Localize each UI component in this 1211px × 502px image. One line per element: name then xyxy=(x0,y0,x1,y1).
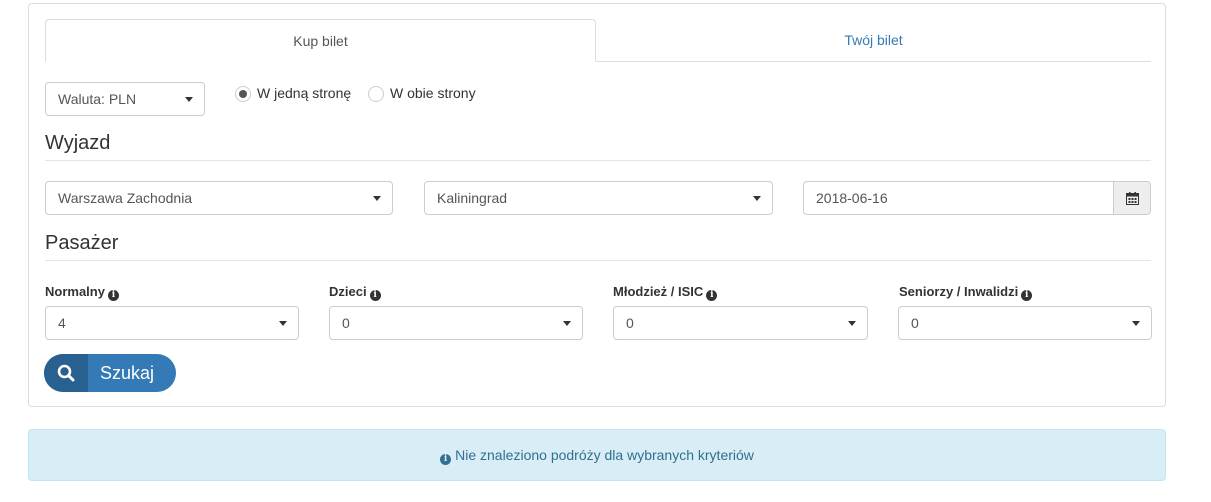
departure-heading: Wyjazd xyxy=(45,132,1151,161)
passenger-label-children-text: Dzieci xyxy=(329,284,367,299)
search-icon xyxy=(57,364,75,382)
chevron-down-icon xyxy=(1132,321,1140,326)
radio-one-way-circle[interactable] xyxy=(235,86,251,103)
to-station-value: Kaliningrad xyxy=(437,190,508,206)
passenger-label-children: Dzieci i xyxy=(329,284,381,301)
info-icon[interactable]: i xyxy=(1021,290,1033,301)
chevron-down-icon xyxy=(185,97,193,102)
normal-count-select[interactable]: 4 xyxy=(45,306,299,340)
search-button-label: Szukaj xyxy=(100,363,155,383)
tab-your-ticket[interactable]: Twój bilet xyxy=(596,19,1151,61)
chevron-down-icon xyxy=(753,196,761,201)
info-icon: i xyxy=(440,454,452,465)
currency-select[interactable]: Waluta: PLN xyxy=(45,82,205,116)
currency-select-value: Waluta: PLN xyxy=(58,91,137,107)
chevron-down-icon xyxy=(563,321,571,326)
passenger-label-seniors-text: Seniorzy / Inwalidzi xyxy=(899,284,1019,299)
passenger-label-seniors: Seniorzy / Inwalidzi i xyxy=(899,284,1033,301)
children-count-value: 0 xyxy=(342,315,350,331)
passenger-label-youth-text: Młodzież / ISIC xyxy=(613,284,704,299)
chevron-down-icon xyxy=(279,321,287,326)
search-button[interactable]: Szukaj xyxy=(44,354,176,392)
search-button-icon-area xyxy=(44,354,88,392)
calendar-icon xyxy=(1125,191,1139,205)
passenger-heading: Pasażer xyxy=(45,232,1151,261)
radio-one-way-label: W jedną stronę xyxy=(257,85,352,101)
date-input[interactable]: 2018-06-16 xyxy=(803,181,1114,215)
tab-bar: Kup bilet Twój bilet xyxy=(45,19,1151,62)
date-picker: 2018-06-16 xyxy=(803,181,1151,215)
passenger-label-normal: Normalny i xyxy=(45,284,119,301)
radio-round-trip[interactable]: W obie strony xyxy=(368,83,476,103)
chevron-down-icon xyxy=(373,196,381,201)
to-station-select[interactable]: Kaliningrad xyxy=(424,181,773,215)
tab-buy-ticket[interactable]: Kup bilet xyxy=(45,19,596,62)
children-count-select[interactable]: 0 xyxy=(329,306,583,340)
no-results-message: Nie znaleziono podróży dla wybranych kry… xyxy=(455,447,754,463)
seniors-count-select[interactable]: 0 xyxy=(898,306,1152,340)
from-station-value: Warszawa Zachodnia xyxy=(58,190,193,206)
youth-count-select[interactable]: 0 xyxy=(613,306,868,340)
calendar-button[interactable] xyxy=(1113,181,1151,215)
youth-count-value: 0 xyxy=(626,315,634,331)
from-station-select[interactable]: Warszawa Zachodnia xyxy=(45,181,393,215)
info-icon[interactable]: i xyxy=(706,290,718,301)
radio-one-way[interactable]: W jedną stronę xyxy=(235,83,351,103)
ticket-panel: Kup bilet Twój bilet Waluta: PLN W jedną… xyxy=(28,3,1166,407)
radio-round-trip-circle[interactable] xyxy=(368,86,384,103)
passenger-label-youth: Młodzież / ISIC i xyxy=(613,284,718,301)
no-results-alert: i Nie znaleziono podróży dla wybranych kr… xyxy=(28,429,1166,481)
info-icon[interactable]: i xyxy=(107,290,119,301)
passenger-label-normal-text: Normalny xyxy=(45,284,105,299)
info-icon[interactable]: i xyxy=(369,290,381,301)
radio-round-trip-label: W obie strony xyxy=(390,85,476,101)
chevron-down-icon xyxy=(848,321,856,326)
normal-count-value: 4 xyxy=(58,315,66,331)
seniors-count-value: 0 xyxy=(911,315,919,331)
